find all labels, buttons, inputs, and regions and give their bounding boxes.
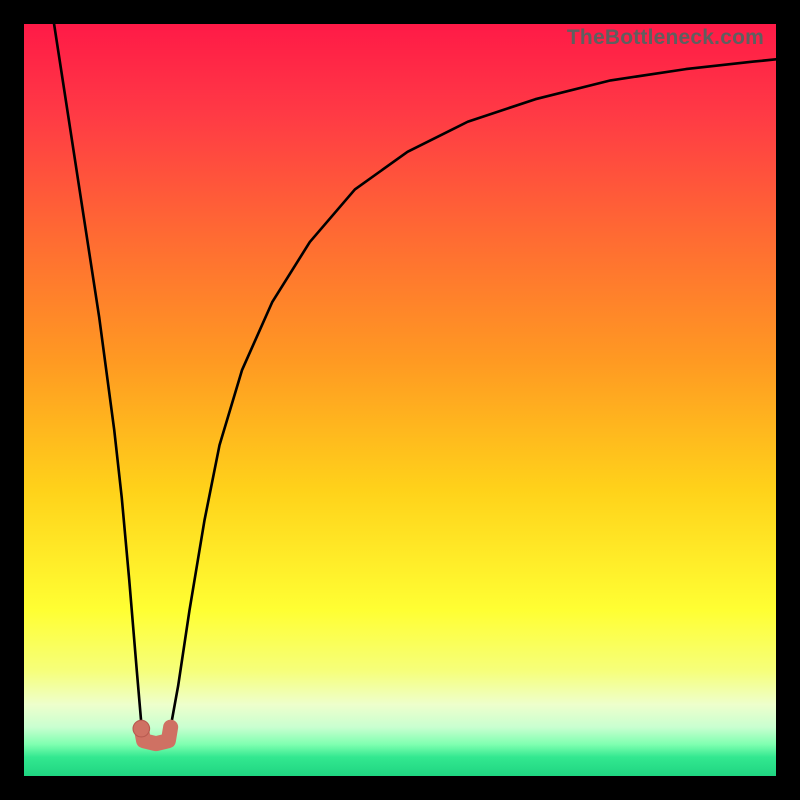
min-marker-icon [133, 720, 150, 737]
curve-right-branch [171, 59, 776, 727]
curve-left-branch [54, 24, 141, 723]
plot-area: TheBottleneck.com [24, 24, 776, 776]
chart-frame: TheBottleneck.com [0, 0, 800, 800]
curve-layer [24, 24, 776, 776]
watermark-text: TheBottleneck.com [567, 26, 764, 50]
